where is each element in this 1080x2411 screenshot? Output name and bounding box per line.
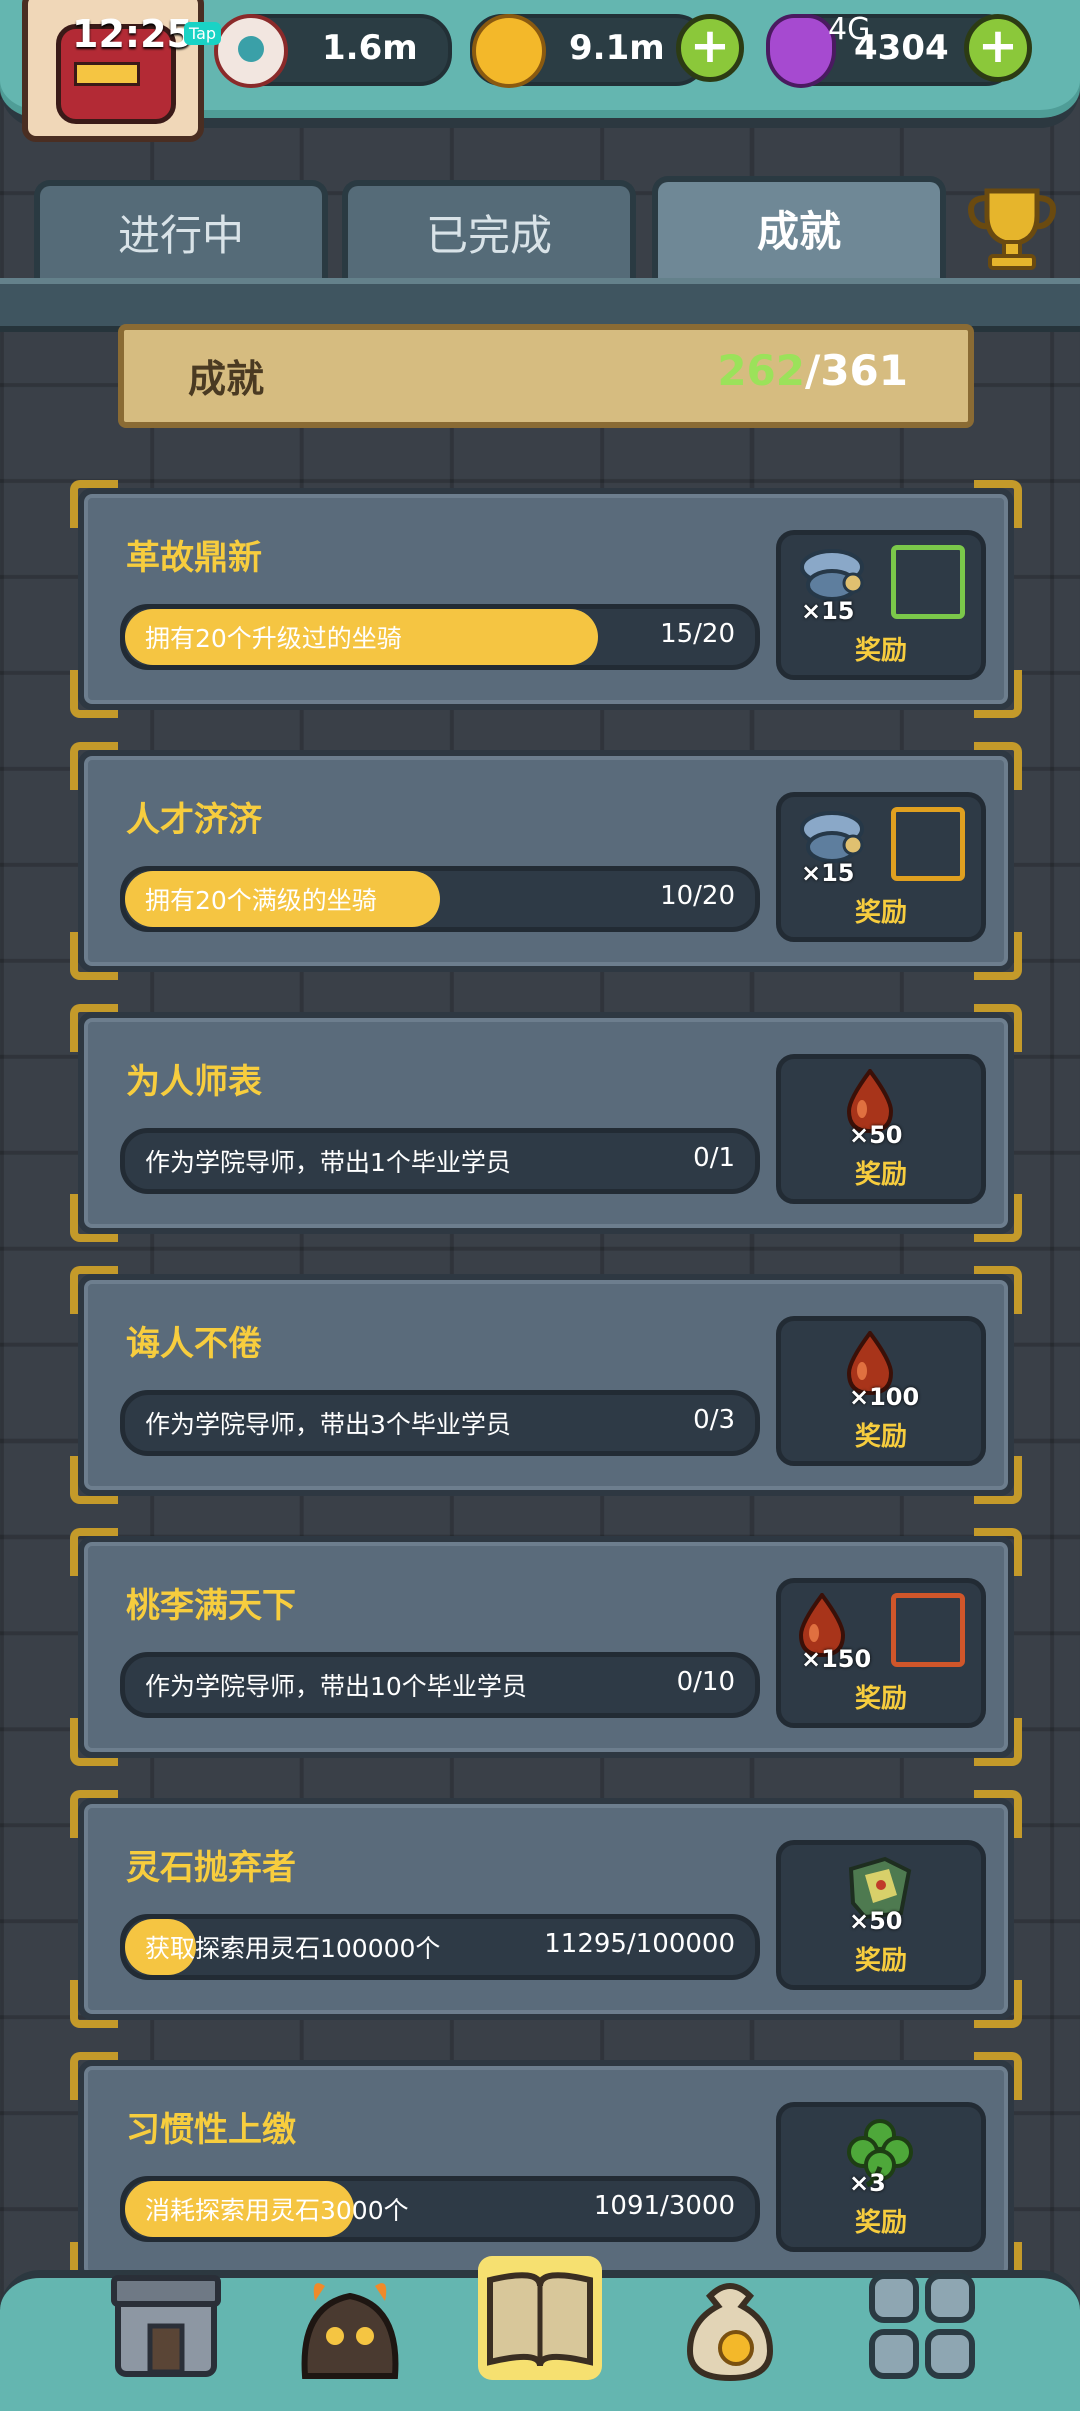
reward-button[interactable]: ×3 奖励: [776, 2102, 986, 2252]
tab-completed[interactable]: 已完成: [342, 180, 636, 286]
reward-quantity: ×100: [849, 1383, 920, 1411]
achievement-card: 诲人不倦 作为学院导师，带出3个毕业学员 0/3 ×100 奖励: [70, 1266, 1022, 1504]
achievement-progress: 11295/100000: [544, 1929, 735, 1959]
achievement-card: 革故鼎新 拥有20个升级过的坐骑 15/20 ×15 奖励: [70, 480, 1022, 718]
summary-label: 成就: [188, 357, 265, 401]
trophy-icon[interactable]: [962, 176, 1062, 276]
achievement-title: 桃李满天下: [126, 1586, 296, 1626]
status-network: 4G: [828, 12, 871, 47]
reward-button[interactable]: ×100 奖励: [776, 1316, 986, 1466]
achievement-card: 为人师表 作为学院导师，带出1个毕业学员 0/1 ×50 奖励: [70, 1004, 1022, 1242]
tab-achievements[interactable]: 成就: [652, 176, 946, 292]
tab-in-progress[interactable]: 进行中: [34, 180, 328, 286]
reward-label: 奖励: [854, 898, 907, 928]
achievement-title: 习惯性上缴: [126, 2110, 296, 2150]
reward-button[interactable]: ×50 奖励: [776, 1840, 986, 1990]
achievement-card: 桃李满天下 作为学院导师，带出10个毕业学员 0/10 ×150 奖励: [70, 1528, 1022, 1766]
reward-label: 奖励: [854, 1160, 907, 1190]
achievement-card: 灵石抛弃者 获取探索用灵石100000个 11295/100000 ×50 奖励: [70, 1790, 1022, 2028]
achievement-desc: 消耗探索用灵石3000个: [145, 2196, 409, 2225]
eyeball-value: 1.6m: [322, 28, 418, 68]
achievement-progress-bar: 作为学院导师，带出1个毕业学员 0/1: [120, 1128, 760, 1194]
reward-quantity: ×15: [801, 597, 855, 625]
achievement-desc: 拥有20个满级的坐骑: [145, 886, 377, 915]
achievement-title: 革故鼎新: [126, 538, 262, 578]
achievement-title: 人才济济: [126, 800, 262, 840]
grid-menu-icon[interactable]: [862, 2266, 982, 2386]
achievement-progress-bar: 拥有20个升级过的坐骑 15/20: [120, 604, 760, 670]
tap-badge: Tap: [184, 22, 222, 45]
achievement-progress-bar: 作为学院导师，带出3个毕业学员 0/3: [120, 1390, 760, 1456]
add-coin-button[interactable]: +: [676, 14, 744, 82]
achievement-title: 诲人不倦: [126, 1324, 262, 1364]
eyeball-icon: [214, 14, 288, 88]
achievement-desc: 作为学院导师，带出1个毕业学员: [145, 1148, 511, 1177]
reward-quantity: ×50: [849, 1907, 903, 1935]
summary-total: 361: [820, 346, 908, 395]
reward-quantity: ×50: [849, 1121, 903, 1149]
achievement-progress: 1091/3000: [593, 2191, 735, 2221]
summary-done: 262: [717, 346, 805, 395]
achievement-progress: 15/20: [660, 619, 735, 649]
reward-quantity: ×3: [849, 2169, 886, 2197]
potion-icon: [766, 14, 836, 88]
coin-icon: [472, 14, 546, 88]
achievement-card: 习惯性上缴 消耗探索用灵石3000个 1091/3000 ×3 奖励: [70, 2052, 1022, 2290]
reward-button[interactable]: ×150 奖励: [776, 1578, 986, 1728]
reward-button[interactable]: ×15 奖励: [776, 530, 986, 680]
achievement-desc: 作为学院导师，带出3个毕业学员: [145, 1410, 511, 1439]
achievement-progress-bar: 拥有20个满级的坐骑 10/20: [120, 866, 760, 932]
monster-icon[interactable]: [290, 2266, 410, 2386]
achievement-progress: 10/20: [660, 881, 735, 911]
achievement-progress: 0/1: [693, 1143, 735, 1173]
achievement-progress: 0/10: [676, 1667, 735, 1697]
summary-count: 262/361: [717, 346, 908, 395]
reward-label: 奖励: [854, 1684, 907, 1714]
achievement-progress-bar: 作为学院导师，带出10个毕业学员 0/10: [120, 1652, 760, 1718]
achievement-summary: 成就 262/361: [118, 324, 974, 428]
reward-quantity: ×15: [801, 859, 855, 887]
achievement-desc: 拥有20个升级过的坐骑: [145, 624, 402, 653]
money-bag-icon[interactable]: [670, 2266, 790, 2386]
achievement-title: 灵石抛弃者: [126, 1848, 296, 1888]
book-icon[interactable]: [472, 2250, 608, 2386]
achievement-card: 人才济济 拥有20个满级的坐骑 10/20 ×15 奖励: [70, 742, 1022, 980]
add-potion-button[interactable]: +: [964, 14, 1032, 82]
reward-quantity: ×150: [801, 1645, 872, 1673]
achievement-desc: 作为学院导师，带出10个毕业学员: [145, 1672, 527, 1701]
reward-label: 奖励: [854, 636, 907, 666]
reward-button[interactable]: ×15 奖励: [776, 792, 986, 942]
avatar-frame-icon: [891, 1593, 965, 1667]
achievement-progress: 0/3: [693, 1405, 735, 1435]
shop-icon[interactable]: [106, 2266, 226, 2386]
reward-label: 奖励: [854, 1422, 907, 1452]
achievement-progress-bar: 获取探索用灵石100000个 11295/100000: [120, 1914, 760, 1980]
avatar-frame-icon: [891, 545, 965, 619]
reward-label: 奖励: [854, 2208, 907, 2238]
avatar-frame-icon: [891, 807, 965, 881]
status-time: 12:25: [72, 12, 193, 56]
achievement-title: 为人师表: [126, 1062, 262, 1102]
coin-value: 9.1m: [569, 28, 665, 68]
achievement-desc: 获取探索用灵石100000个: [145, 1934, 441, 1963]
achievement-progress-bar: 消耗探索用灵石3000个 1091/3000: [120, 2176, 760, 2242]
reward-label: 奖励: [854, 1946, 907, 1976]
reward-button[interactable]: ×50 奖励: [776, 1054, 986, 1204]
